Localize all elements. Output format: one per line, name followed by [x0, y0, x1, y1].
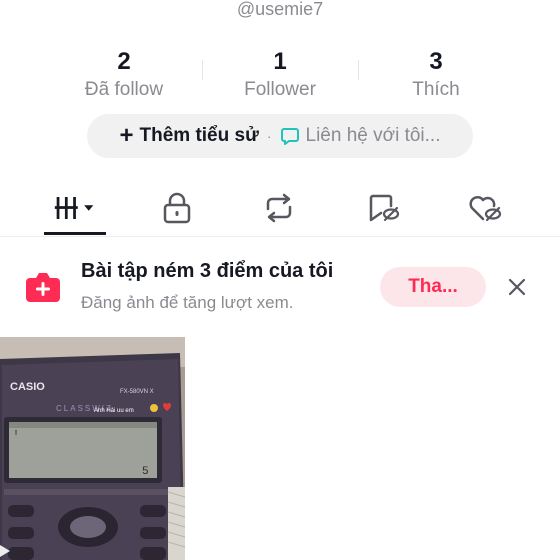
following-count: 2 — [117, 48, 131, 75]
profile-tabs — [0, 180, 560, 237]
add-bio-button[interactable]: + Thêm tiểu sử — [119, 122, 259, 149]
tab-videos[interactable] — [53, 186, 97, 230]
model-label: FX-580VN X — [120, 389, 154, 395]
contact-label: Liên hệ với tôi... — [305, 125, 441, 146]
tab-liked[interactable] — [463, 186, 507, 230]
add-bio-label: Thêm tiểu sử — [139, 125, 259, 146]
photo-caption: Anh Hải uu em — [94, 408, 134, 414]
display-value: 5 — [142, 466, 149, 478]
bookmark-hidden-icon — [369, 194, 400, 222]
svg-text:▯: ▯ — [14, 429, 18, 437]
lock-icon — [163, 192, 191, 224]
tab-favorites[interactable] — [361, 186, 405, 230]
active-tab-indicator — [44, 232, 106, 235]
followers-count: 1 — [273, 48, 287, 75]
casio-brand: CASIO — [10, 381, 45, 393]
tab-reposts[interactable] — [257, 186, 301, 230]
repost-icon — [266, 193, 292, 223]
username: @usemie7 — [236, 0, 324, 19]
likes-label: Thích — [412, 79, 460, 100]
close-icon — [508, 278, 526, 296]
video-thumbnail[interactable]: CASIO FX-580VN X CLASSWIZ Anh Hải uu em … — [0, 337, 185, 560]
likes-count: 3 — [429, 48, 443, 75]
grid-icon — [54, 197, 94, 219]
calculator-photo: CASIO FX-580VN X CLASSWIZ Anh Hải uu em … — [0, 337, 185, 560]
banner-subtitle: Đăng ảnh để tăng lượt xem. — [81, 293, 294, 312]
plus-icon: + — [119, 122, 134, 149]
contact-button[interactable]: Liên hệ với tôi... — [280, 125, 441, 147]
following-label: Đã follow — [84, 79, 164, 100]
message-icon — [280, 128, 299, 145]
heart-hidden-icon — [469, 195, 502, 222]
stat-followers[interactable]: 1 Follower — [202, 48, 358, 102]
add-post-icon — [26, 273, 60, 302]
bio-separator: · — [266, 128, 272, 144]
stat-following[interactable]: 2 Đã follow — [46, 48, 202, 102]
stat-likes[interactable]: 3 Thích — [358, 48, 514, 102]
followers-label: Follower — [244, 79, 316, 100]
close-banner-button[interactable] — [502, 272, 532, 302]
profile-stats: 2 Đã follow 1 Follower 3 Thích — [46, 48, 514, 102]
bio-pill: + Thêm tiểu sử · Liên hệ với tôi... — [87, 114, 473, 158]
post-suggestion-banner: Bài tập ném 3 điểm của tôi Đăng ảnh để t… — [0, 248, 560, 328]
banner-title: Bài tập ném 3 điểm của tôi — [81, 260, 334, 282]
tab-private[interactable] — [155, 186, 199, 230]
try-button[interactable]: Tha... — [380, 267, 486, 307]
